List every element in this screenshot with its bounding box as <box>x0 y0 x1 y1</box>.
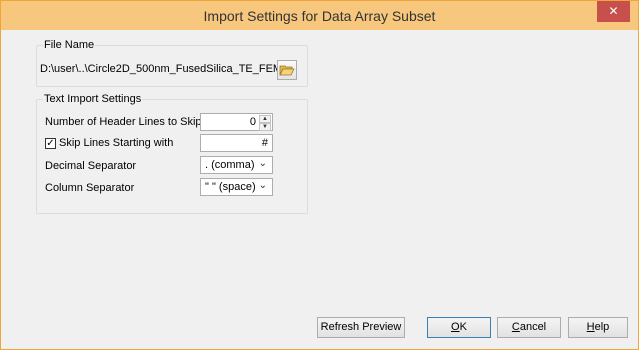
decimal-separator-label: Decimal Separator <box>45 160 137 172</box>
ok-mnemonic: O <box>451 321 460 333</box>
refresh-preview-label: Refresh Preview <box>320 321 402 333</box>
column-separator-label: Column Separator <box>45 182 135 194</box>
decimal-separator-value: . (comma) <box>205 159 255 171</box>
column-separator-select[interactable]: " " (space) ⌄ <box>200 178 273 196</box>
refresh-preview-button[interactable]: Refresh Preview <box>317 317 405 338</box>
spin-up-icon[interactable]: ▲ <box>259 115 271 123</box>
text-import-group: Text Import Settings Number of Header Li… <box>36 93 308 214</box>
file-path: D:\user\..\Circle2D_500nm_FusedSilica_TE… <box>40 63 292 75</box>
header-lines-label: Number of Header Lines to Skip <box>45 116 202 128</box>
title-bar[interactable]: Import Settings for Data Array Subset ✕ <box>1 1 638 30</box>
checkmark-icon: ✓ <box>46 138 55 149</box>
browse-button[interactable] <box>277 60 297 80</box>
cancel-mnemonic: C <box>511 321 520 333</box>
chevron-down-icon: ⌄ <box>258 180 267 191</box>
skip-lines-checkbox[interactable]: ✓ <box>45 138 56 149</box>
folder-open-icon <box>279 65 295 76</box>
ok-label-rest: K <box>459 321 467 333</box>
file-name-legend: File Name <box>43 39 96 51</box>
column-separator-value: " " (space) <box>205 181 256 193</box>
import-settings-dialog: Import Settings for Data Array Subset ✕ … <box>0 0 639 350</box>
header-lines-value: 0 <box>249 116 256 128</box>
chevron-down-icon: ⌄ <box>258 158 267 169</box>
file-name-group: File Name D:\user\..\Circle2D_500nm_Fuse… <box>36 39 308 87</box>
skip-lines-input[interactable]: # <box>200 134 273 152</box>
close-icon: ✕ <box>608 4 619 18</box>
skip-lines-value: # <box>261 137 268 149</box>
ok-button[interactable]: OK <box>427 317 491 338</box>
cancel-button[interactable]: Cancel <box>497 317 561 338</box>
spin-down-icon[interactable]: ▼ <box>259 123 271 131</box>
cancel-label-rest: ancel <box>519 321 547 333</box>
decimal-separator-select[interactable]: . (comma) ⌄ <box>200 156 273 174</box>
header-lines-stepper[interactable]: 0 ▲ ▼ <box>200 113 273 131</box>
help-mnemonic: H <box>586 321 595 333</box>
spin-buttons[interactable]: ▲ ▼ <box>259 115 271 131</box>
close-button[interactable]: ✕ <box>597 1 630 22</box>
help-button[interactable]: Help <box>568 317 628 338</box>
window-title: Import Settings for Data Array Subset <box>203 8 436 24</box>
help-label-rest: elp <box>594 321 610 333</box>
skip-lines-label: Skip Lines Starting with <box>59 137 174 149</box>
text-import-legend: Text Import Settings <box>43 93 143 105</box>
